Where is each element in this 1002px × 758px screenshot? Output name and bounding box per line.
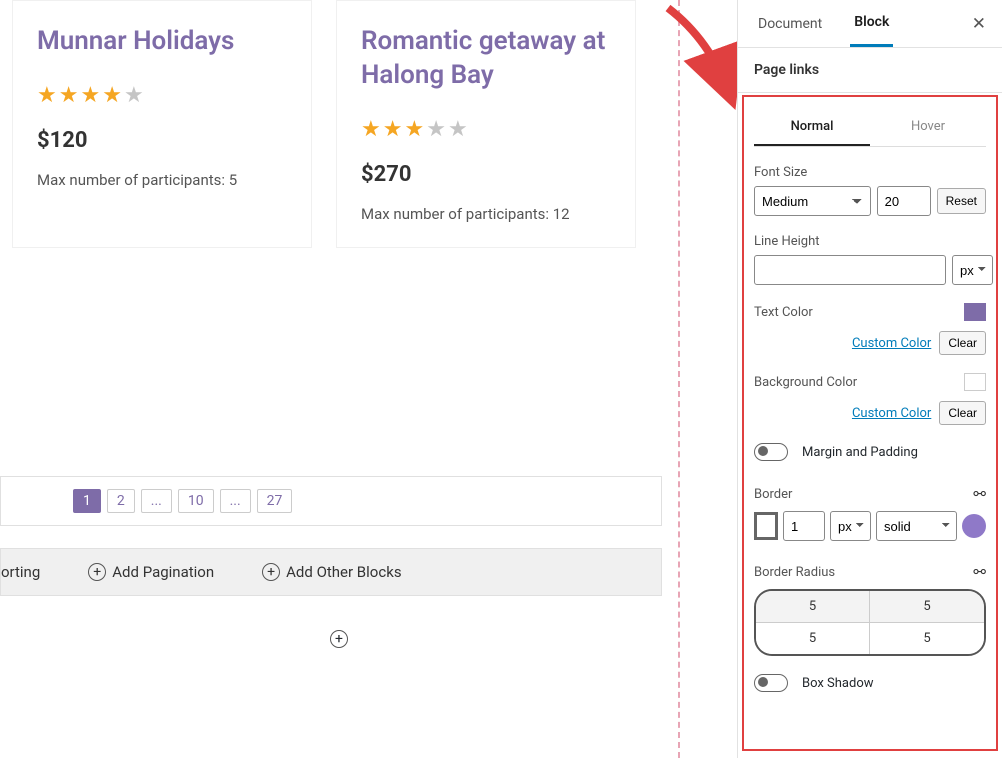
clear-button[interactable]: Clear xyxy=(939,401,986,425)
add-other-blocks-button[interactable]: +Add Other Blocks xyxy=(262,563,401,581)
bg-color-swatch[interactable] xyxy=(964,373,986,391)
star-icon: ★ xyxy=(80,83,100,108)
card-title[interactable]: Romantic getaway at Halong Bay xyxy=(361,25,611,93)
page-button[interactable]: 10 xyxy=(178,489,214,513)
plus-icon: + xyxy=(262,563,280,581)
line-height-unit-select[interactable]: px xyxy=(952,255,993,285)
star-icon: ★ xyxy=(448,117,468,142)
plus-icon: + xyxy=(88,563,106,581)
radius-top-right[interactable]: 5 xyxy=(870,591,984,623)
bg-color-label: Background Color xyxy=(754,375,857,390)
panel-title[interactable]: Page links xyxy=(738,48,1002,93)
card-participants: Max number of participants: 12 xyxy=(361,205,611,223)
add-pagination-button[interactable]: +Add Pagination xyxy=(88,563,214,581)
style-settings: Normal Hover Font Size Medium Reset Line… xyxy=(742,95,998,751)
border-width-input[interactable] xyxy=(783,511,825,541)
clear-button[interactable]: Clear xyxy=(939,331,986,355)
font-size-input[interactable] xyxy=(877,186,931,216)
star-icon: ★ xyxy=(361,117,381,142)
tab-normal[interactable]: Normal xyxy=(754,109,870,146)
sorting-button[interactable]: orting xyxy=(1,563,40,581)
page-button[interactable]: 27 xyxy=(257,489,293,513)
page-button[interactable]: 1 xyxy=(73,489,101,513)
font-size-label: Font Size xyxy=(754,165,986,180)
border-label: Border xyxy=(754,487,792,502)
star-icon: ★ xyxy=(124,83,144,108)
custom-color-link[interactable]: Custom Color xyxy=(852,336,931,351)
border-color-swatch[interactable] xyxy=(754,512,778,540)
line-height-label: Line Height xyxy=(754,234,986,249)
radius-bottom-right[interactable]: 5 xyxy=(870,623,984,654)
font-size-select[interactable]: Medium xyxy=(754,186,871,216)
box-shadow-toggle[interactable] xyxy=(754,674,788,692)
tab-hover[interactable]: Hover xyxy=(870,109,986,146)
radius-bottom-left[interactable]: 5 xyxy=(756,623,870,654)
rating-stars: ★ ★ ★ ★ ★ xyxy=(37,83,287,108)
link-icon[interactable]: ⚯ xyxy=(973,563,986,581)
page-button[interactable]: 2 xyxy=(107,489,135,513)
pagination: 1 2 ... 10 ... 27 xyxy=(0,476,662,526)
product-card: Munnar Holidays ★ ★ ★ ★ ★ $120 Max numbe… xyxy=(12,0,312,248)
add-block-button[interactable]: + xyxy=(330,630,348,648)
card-title[interactable]: Munnar Holidays xyxy=(37,25,287,59)
star-icon: ★ xyxy=(37,83,57,108)
card-participants: Max number of participants: 5 xyxy=(37,171,287,189)
text-color-swatch[interactable] xyxy=(964,303,986,321)
page-ellipsis[interactable]: ... xyxy=(141,489,172,513)
tab-block[interactable]: Block xyxy=(850,0,893,47)
box-shadow-label: Box Shadow xyxy=(802,676,874,691)
margin-padding-toggle[interactable] xyxy=(754,443,788,461)
border-color-circle[interactable] xyxy=(962,514,986,538)
block-toolbar: orting +Add Pagination +Add Other Blocks xyxy=(0,548,662,596)
border-radius-label: Border Radius xyxy=(754,565,835,580)
product-card: Romantic getaway at Halong Bay ★ ★ ★ ★ ★… xyxy=(336,0,636,248)
reset-button[interactable]: Reset xyxy=(937,188,986,214)
star-icon: ★ xyxy=(59,83,79,108)
plus-icon: + xyxy=(330,630,348,648)
star-icon: ★ xyxy=(426,117,446,142)
rating-stars: ★ ★ ★ ★ ★ xyxy=(361,117,611,142)
settings-sidebar: Document Block ✕ Page links Normal Hover… xyxy=(737,0,1002,758)
star-icon: ★ xyxy=(383,117,403,142)
border-unit-select[interactable]: px xyxy=(830,511,871,541)
border-style-select[interactable]: solid xyxy=(876,511,957,541)
card-price: $270 xyxy=(361,162,611,187)
margin-padding-label: Margin and Padding xyxy=(802,445,918,460)
text-color-label: Text Color xyxy=(754,305,813,320)
line-height-input[interactable] xyxy=(754,255,946,285)
custom-color-link[interactable]: Custom Color xyxy=(852,406,931,421)
radius-top-left[interactable]: 5 xyxy=(756,591,870,623)
star-icon: ★ xyxy=(404,117,424,142)
tab-document[interactable]: Document xyxy=(754,2,826,46)
close-icon[interactable]: ✕ xyxy=(972,14,986,34)
card-price: $120 xyxy=(37,128,287,153)
star-icon: ★ xyxy=(102,83,122,108)
page-ellipsis[interactable]: ... xyxy=(220,489,251,513)
border-radius-grid: 5 5 5 5 xyxy=(754,589,986,656)
link-icon[interactable]: ⚯ xyxy=(973,485,986,503)
